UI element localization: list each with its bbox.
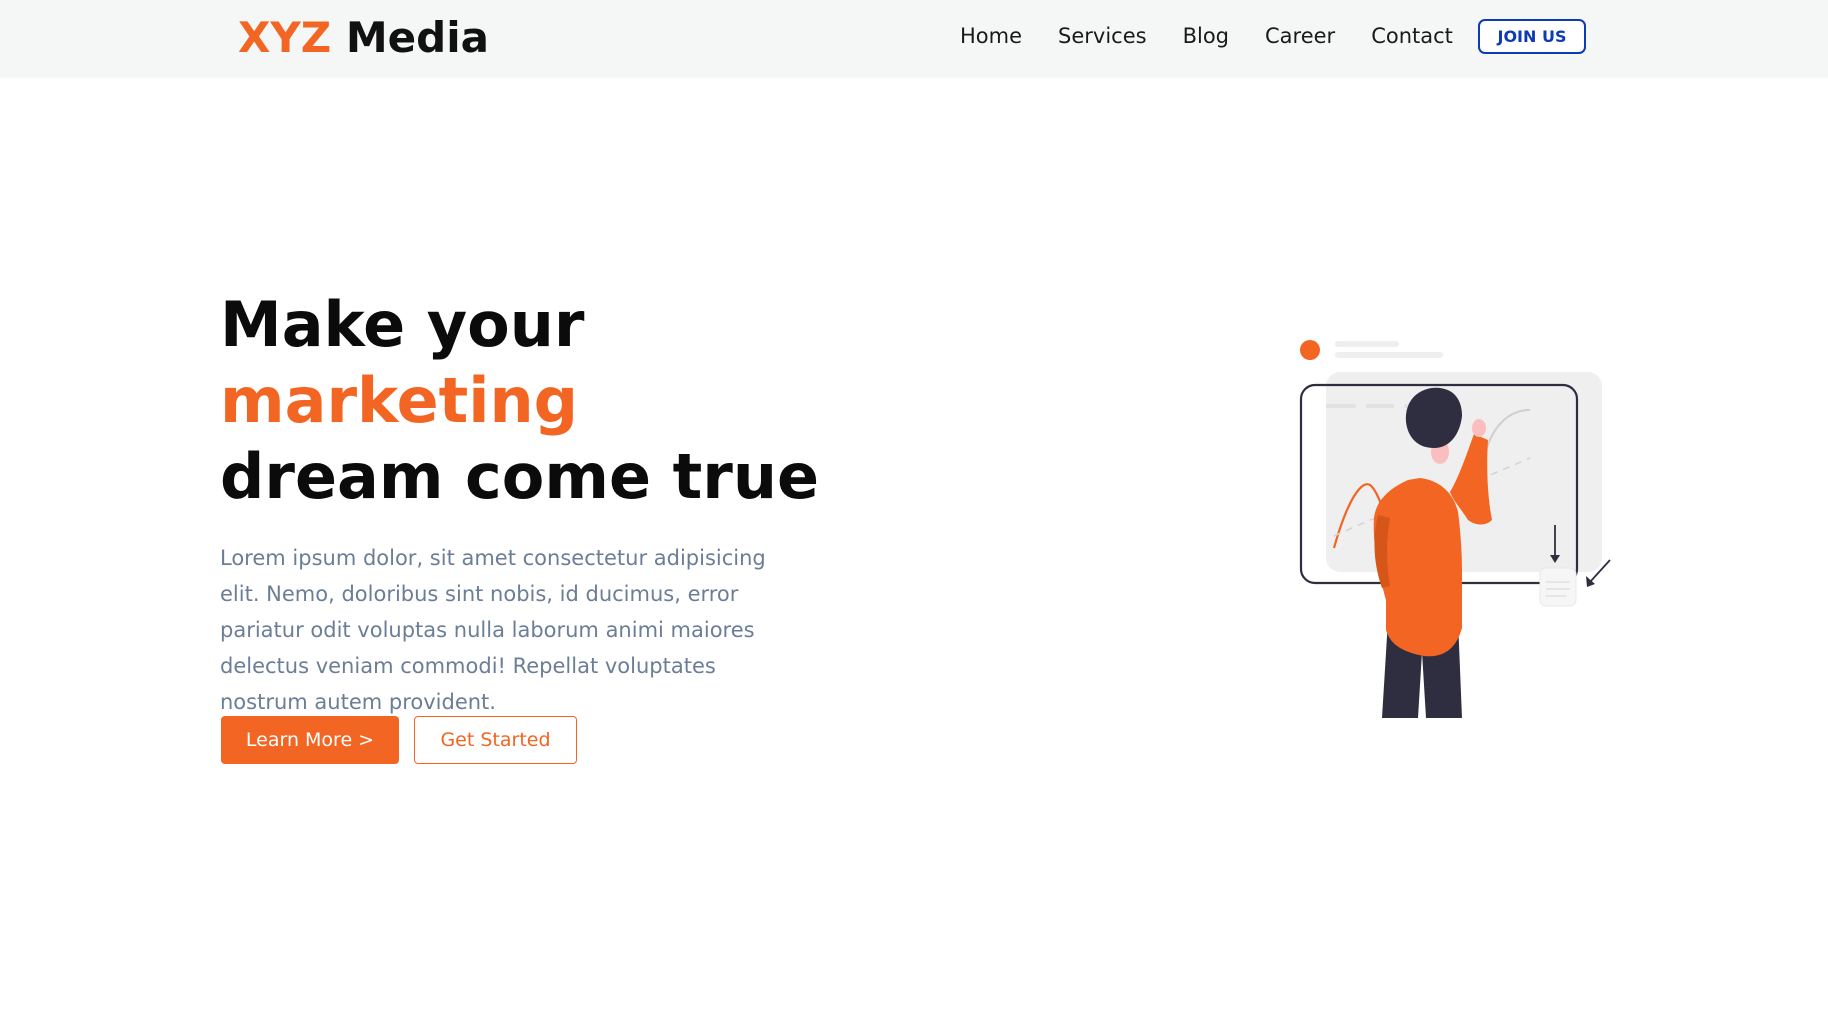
logo-brand-media: Media bbox=[331, 13, 489, 62]
navbar: XYZ Media Home Services Blog Career Cont… bbox=[0, 0, 1828, 78]
main-nav: Home Services Blog Career Contact bbox=[960, 22, 1453, 50]
get-started-button[interactable]: Get Started bbox=[414, 716, 577, 764]
hero-description: Lorem ipsum dolor, sit amet consectetur … bbox=[220, 546, 766, 714]
nav-link-blog[interactable]: Blog bbox=[1183, 22, 1229, 50]
person-at-chart-board-illustration bbox=[1299, 340, 1611, 718]
learn-more-button[interactable]: Learn More > bbox=[221, 716, 399, 764]
site-logo[interactable]: XYZ Media bbox=[238, 12, 489, 64]
nav-link-career[interactable]: Career bbox=[1265, 22, 1335, 50]
hero-title-accent: marketing bbox=[220, 364, 579, 437]
nav-link-home[interactable]: Home bbox=[960, 22, 1022, 50]
hero-illustration bbox=[1290, 330, 1620, 720]
hero-title-line1: Make your bbox=[220, 288, 585, 361]
nav-link-services[interactable]: Services bbox=[1058, 22, 1147, 50]
logo-brand-xyz: XYZ bbox=[238, 13, 332, 62]
nav-link-contact[interactable]: Contact bbox=[1371, 22, 1453, 50]
join-us-button[interactable]: JOIN US bbox=[1478, 19, 1586, 54]
hero-title-line3: dream come true bbox=[220, 440, 820, 513]
hero-title: Make your marketing dream come true bbox=[220, 287, 819, 515]
